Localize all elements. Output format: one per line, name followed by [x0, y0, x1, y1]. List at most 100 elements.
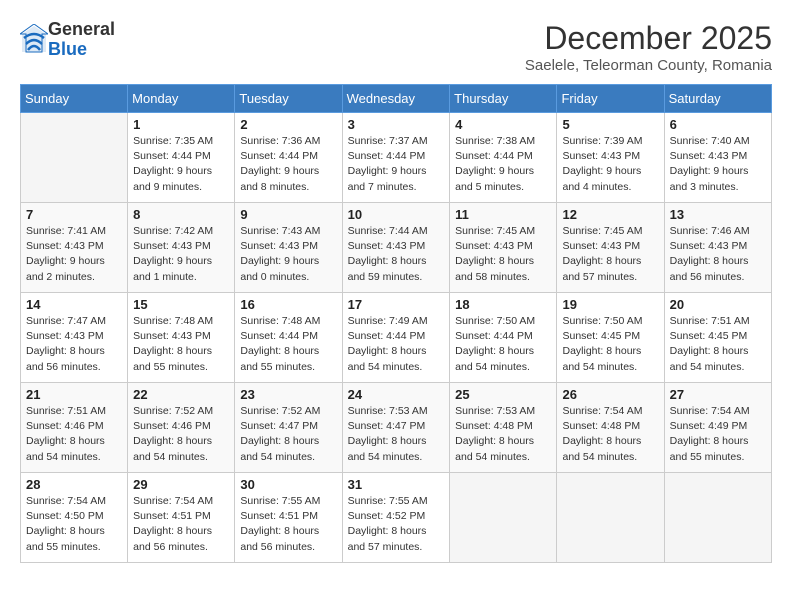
day-number: 24 — [348, 387, 445, 402]
calendar-week-2: 7 Sunrise: 7:41 AMSunset: 4:43 PMDaylight… — [21, 203, 772, 293]
calendar-header-saturday: Saturday — [664, 85, 771, 113]
day-number: 27 — [670, 387, 766, 402]
calendar-week-1: 1 Sunrise: 7:35 AMSunset: 4:44 PMDaylight… — [21, 113, 772, 203]
calendar-day-cell: 29 Sunrise: 7:54 AMSunset: 4:51 PMDayligh… — [128, 473, 235, 563]
day-number: 1 — [133, 117, 229, 132]
page-header: General Blue December 2025 Saelele, Tele… — [20, 20, 772, 74]
calendar-header-tuesday: Tuesday — [235, 85, 342, 113]
calendar-table: SundayMondayTuesdayWednesdayThursdayFrid… — [20, 84, 772, 563]
calendar-header-row: SundayMondayTuesdayWednesdayThursdayFrid… — [21, 85, 772, 113]
calendar-day-cell: 27Sunrise: 7:54 AMSunset: 4:49 PMDayligh… — [664, 383, 771, 473]
day-number: 3 — [348, 117, 445, 132]
day-info: Sunrise: 7:41 AMSunset: 4:43 PMDaylight:… — [26, 224, 122, 285]
logo-text: General Blue — [48, 20, 115, 60]
calendar-day-cell: 12 Sunrise: 7:45 AMSunset: 4:43 PMDayligh… — [557, 203, 664, 293]
calendar-day-cell: 11 Sunrise: 7:45 AMSunset: 4:43 PMDayligh… — [450, 203, 557, 293]
calendar-day-cell: 19Sunrise: 7:50 AMSunset: 4:45 PMDayligh… — [557, 293, 664, 383]
day-number: 15 — [133, 297, 229, 312]
day-number: 7 — [26, 207, 122, 222]
day-number: 16 — [240, 297, 336, 312]
calendar-day-cell: 28 Sunrise: 7:54 AMSunset: 4:50 PMDayligh… — [21, 473, 128, 563]
day-number: 31 — [348, 477, 445, 492]
calendar-day-cell: 1 Sunrise: 7:35 AMSunset: 4:44 PMDaylight… — [128, 113, 235, 203]
calendar-day-cell: 26 Sunrise: 7:54 AMSunset: 4:48 PMDayligh… — [557, 383, 664, 473]
day-number: 9 — [240, 207, 336, 222]
day-number: 22 — [133, 387, 229, 402]
calendar-day-cell: 25 Sunrise: 7:53 AMSunset: 4:48 PMDayligh… — [450, 383, 557, 473]
calendar-day-cell: 3 Sunrise: 7:37 AMSunset: 4:44 PMDaylight… — [342, 113, 450, 203]
title-block: December 2025 Saelele, Teleorman County,… — [525, 20, 772, 74]
calendar-day-cell: 22 Sunrise: 7:52 AMSunset: 4:46 PMDayligh… — [128, 383, 235, 473]
day-number: 14 — [26, 297, 122, 312]
calendar-week-4: 21 Sunrise: 7:51 AMSunset: 4:46 PMDayligh… — [21, 383, 772, 473]
day-info: Sunrise: 7:54 AMSunset: 4:51 PMDaylight:… — [133, 494, 229, 555]
calendar-week-5: 28 Sunrise: 7:54 AMSunset: 4:50 PMDayligh… — [21, 473, 772, 563]
calendar-day-cell: 30Sunrise: 7:55 AMSunset: 4:51 PMDayligh… — [235, 473, 342, 563]
calendar-header-wednesday: Wednesday — [342, 85, 450, 113]
day-number: 29 — [133, 477, 229, 492]
day-info: Sunrise: 7:55 AMSunset: 4:52 PMDaylight:… — [348, 494, 445, 555]
day-number: 25 — [455, 387, 551, 402]
day-info: Sunrise: 7:53 AMSunset: 4:47 PMDaylight:… — [348, 404, 445, 465]
day-number: 4 — [455, 117, 551, 132]
day-info: Sunrise: 7:48 AMSunset: 4:43 PMDaylight:… — [133, 314, 229, 375]
day-info: Sunrise: 7:54 AMSunset: 4:50 PMDaylight:… — [26, 494, 122, 555]
day-info: Sunrise: 7:42 AMSunset: 4:43 PMDaylight:… — [133, 224, 229, 285]
day-number: 13 — [670, 207, 766, 222]
calendar-header-friday: Friday — [557, 85, 664, 113]
calendar-day-cell: 10 Sunrise: 7:44 AMSunset: 4:43 PMDayligh… — [342, 203, 450, 293]
day-number: 20 — [670, 297, 766, 312]
calendar-day-cell: 9 Sunrise: 7:43 AMSunset: 4:43 PMDaylight… — [235, 203, 342, 293]
calendar-day-cell: 24 Sunrise: 7:53 AMSunset: 4:47 PMDayligh… — [342, 383, 450, 473]
day-info: Sunrise: 7:49 AMSunset: 4:44 PMDaylight:… — [348, 314, 445, 375]
day-number: 2 — [240, 117, 336, 132]
calendar-day-cell: 16 Sunrise: 7:48 AMSunset: 4:44 PMDayligh… — [235, 293, 342, 383]
day-info: Sunrise: 7:53 AMSunset: 4:48 PMDaylight:… — [455, 404, 551, 465]
day-number: 28 — [26, 477, 122, 492]
day-number: 10 — [348, 207, 445, 222]
calendar-day-cell: 31 Sunrise: 7:55 AMSunset: 4:52 PMDayligh… — [342, 473, 450, 563]
day-number: 21 — [26, 387, 122, 402]
day-info: Sunrise: 7:44 AMSunset: 4:43 PMDaylight:… — [348, 224, 445, 285]
day-info: Sunrise: 7:43 AMSunset: 4:43 PMDaylight:… — [240, 224, 336, 285]
day-number: 5 — [562, 117, 658, 132]
calendar-day-cell — [21, 113, 128, 203]
calendar-day-cell: 18 Sunrise: 7:50 AMSunset: 4:44 PMDayligh… — [450, 293, 557, 383]
calendar-day-cell: 15 Sunrise: 7:48 AMSunset: 4:43 PMDayligh… — [128, 293, 235, 383]
calendar-day-cell: 14Sunrise: 7:47 AMSunset: 4:43 PMDayligh… — [21, 293, 128, 383]
day-info: Sunrise: 7:37 AMSunset: 4:44 PMDaylight:… — [348, 134, 445, 195]
calendar-day-cell: 2 Sunrise: 7:36 AMSunset: 4:44 PMDaylight… — [235, 113, 342, 203]
day-number: 11 — [455, 207, 551, 222]
calendar-day-cell — [557, 473, 664, 563]
calendar-day-cell: 8 Sunrise: 7:42 AMSunset: 4:43 PMDaylight… — [128, 203, 235, 293]
day-info: Sunrise: 7:35 AMSunset: 4:44 PMDaylight:… — [133, 134, 229, 195]
calendar-day-cell: 4Sunrise: 7:38 AMSunset: 4:44 PMDaylight… — [450, 113, 557, 203]
day-info: Sunrise: 7:45 AMSunset: 4:43 PMDaylight:… — [562, 224, 658, 285]
calendar-header-thursday: Thursday — [450, 85, 557, 113]
calendar-day-cell: 17Sunrise: 7:49 AMSunset: 4:44 PMDayligh… — [342, 293, 450, 383]
day-info: Sunrise: 7:50 AMSunset: 4:45 PMDaylight:… — [562, 314, 658, 375]
logo-icon — [20, 24, 48, 56]
day-number: 26 — [562, 387, 658, 402]
day-number: 8 — [133, 207, 229, 222]
day-info: Sunrise: 7:52 AMSunset: 4:47 PMDaylight:… — [240, 404, 336, 465]
day-info: Sunrise: 7:46 AMSunset: 4:43 PMDaylight:… — [670, 224, 766, 285]
day-info: Sunrise: 7:51 AMSunset: 4:46 PMDaylight:… — [26, 404, 122, 465]
day-info: Sunrise: 7:54 AMSunset: 4:48 PMDaylight:… — [562, 404, 658, 465]
day-number: 18 — [455, 297, 551, 312]
calendar-day-cell: 5Sunrise: 7:39 AMSunset: 4:43 PMDaylight… — [557, 113, 664, 203]
day-number: 30 — [240, 477, 336, 492]
day-info: Sunrise: 7:36 AMSunset: 4:44 PMDaylight:… — [240, 134, 336, 195]
month-title: December 2025 — [525, 20, 772, 57]
calendar-day-cell — [450, 473, 557, 563]
day-number: 12 — [562, 207, 658, 222]
day-info: Sunrise: 7:48 AMSunset: 4:44 PMDaylight:… — [240, 314, 336, 375]
calendar-header-monday: Monday — [128, 85, 235, 113]
day-info: Sunrise: 7:45 AMSunset: 4:43 PMDaylight:… — [455, 224, 551, 285]
day-info: Sunrise: 7:50 AMSunset: 4:44 PMDaylight:… — [455, 314, 551, 375]
calendar-day-cell: 7 Sunrise: 7:41 AMSunset: 4:43 PMDaylight… — [21, 203, 128, 293]
location-text: Saelele, Teleorman County, Romania — [525, 57, 772, 74]
day-info: Sunrise: 7:52 AMSunset: 4:46 PMDaylight:… — [133, 404, 229, 465]
day-number: 6 — [670, 117, 766, 132]
day-number: 23 — [240, 387, 336, 402]
